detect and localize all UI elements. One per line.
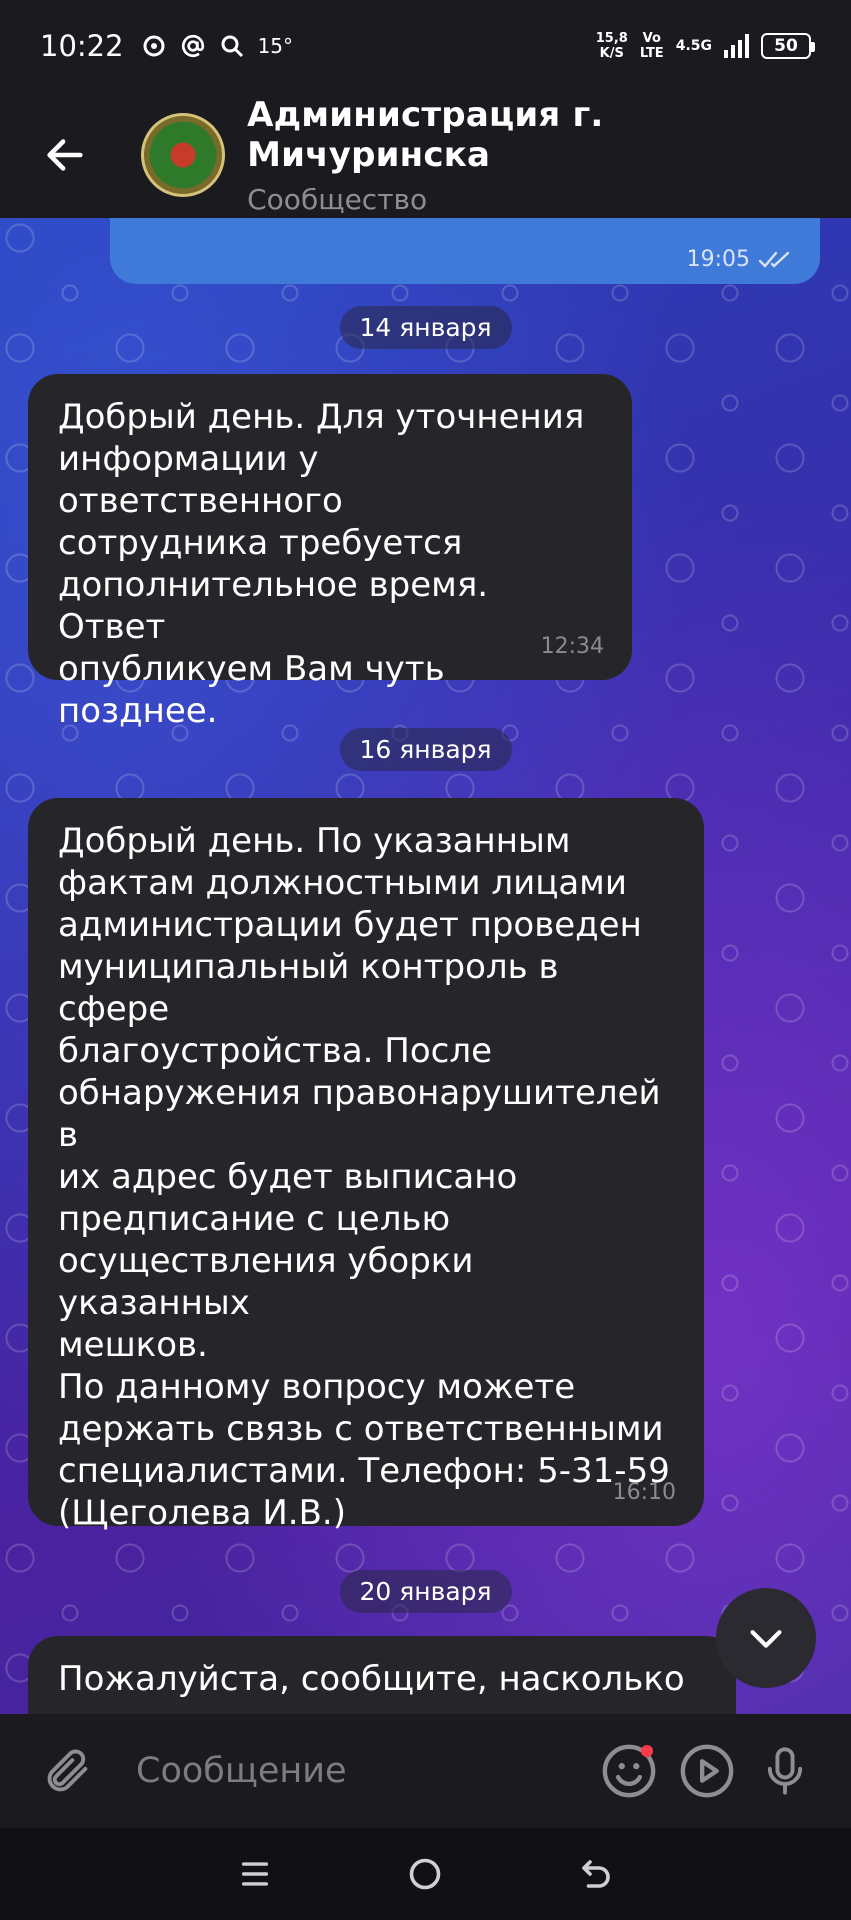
voice-message-button[interactable]: [753, 1739, 817, 1803]
back-nav-button[interactable]: [566, 1844, 626, 1904]
home-circle-icon: [410, 1858, 441, 1890]
signal-icon: [724, 34, 749, 58]
network-speed: 15,8 K/S: [595, 31, 628, 61]
incoming-message[interactable]: Пожалуйста, сообщите, насколько: [28, 1636, 736, 1714]
message-time: 16:10: [612, 1480, 676, 1505]
notification-dot: [641, 1745, 653, 1757]
clock: 10:22: [40, 29, 124, 63]
video-message-button[interactable]: [675, 1739, 739, 1803]
chat-subtitle: Сообщество: [247, 182, 428, 216]
return-icon: [582, 1860, 610, 1888]
home-button[interactable]: [395, 1844, 455, 1904]
date-separator: 20 января: [339, 1570, 512, 1613]
date-separator: 16 января: [339, 728, 512, 771]
chat-notification-icon: [143, 35, 165, 57]
message-text: Добрый день. По указанным фактам должнос…: [58, 821, 670, 1533]
attach-button[interactable]: [38, 1741, 98, 1801]
message-text: Пожалуйста, сообщите, насколько: [58, 1659, 685, 1699]
chat-header: Администрация г. Мичуринска Сообщество: [0, 92, 851, 218]
temperature: 15°: [257, 34, 294, 58]
status-bar: 10:22 15° 15,8 K/S Vo LTE 4.5G 50: [0, 0, 851, 92]
microphone-icon: [767, 1747, 803, 1795]
scroll-down-button[interactable]: [716, 1588, 816, 1688]
recent-apps-button[interactable]: [225, 1844, 285, 1904]
avatar[interactable]: [141, 113, 226, 197]
message-text: Добрый день. Для уточнения информации у …: [58, 397, 585, 731]
incoming-message[interactable]: Добрый день. По указанным фактам должнос…: [28, 798, 704, 1533]
battery-level: 50: [774, 36, 798, 56]
message-meta: 19:05: [687, 247, 794, 272]
message-input[interactable]: Сообщение: [136, 1751, 597, 1791]
paperclip-icon: [47, 1749, 88, 1792]
message-time: 12:34: [540, 634, 604, 659]
double-check-icon: [758, 251, 790, 268]
outgoing-message[interactable]: 19:05: [110, 218, 820, 284]
chat-title: Администрация г. Мичуринска: [247, 94, 604, 175]
incoming-message[interactable]: Добрый день. Для уточнения информации у …: [28, 374, 632, 731]
chat-info[interactable]: Администрация г. Мичуринска Сообщество: [247, 95, 851, 216]
system-nav-bar: [0, 1828, 851, 1920]
at-sign-icon: [181, 34, 204, 58]
emoji-button[interactable]: [597, 1739, 661, 1803]
status-icons-left: 15°: [142, 33, 293, 59]
back-button[interactable]: [30, 120, 99, 190]
search-icon: [221, 35, 243, 58]
network-type: 4.5G: [675, 38, 712, 54]
status-icons-right: 15,8 K/S Vo LTE 4.5G 50: [595, 31, 815, 61]
volte-indicator: Vo LTE: [639, 31, 664, 61]
battery-icon: 50: [761, 33, 815, 59]
date-separator: 14 января: [339, 306, 512, 349]
arrow-left-icon: [46, 139, 83, 171]
message-time: 19:05: [686, 247, 750, 272]
message-list[interactable]: 19:05 14 января Добрый день. Для уточнен…: [0, 218, 851, 1714]
play-circle-icon: [680, 1744, 734, 1798]
composer: Сообщение: [0, 1714, 851, 1828]
menu-icon: [242, 1862, 269, 1886]
chevron-down-icon: [750, 1630, 782, 1648]
